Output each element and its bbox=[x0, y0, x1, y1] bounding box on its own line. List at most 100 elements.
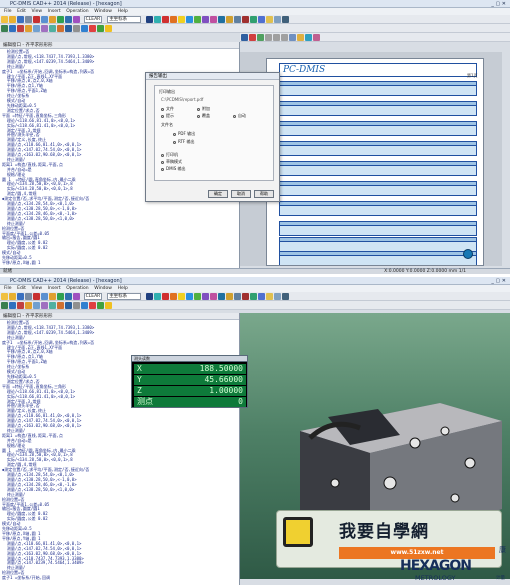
roundness-icon[interactable] bbox=[249, 16, 257, 23]
slot-icon[interactable] bbox=[217, 16, 225, 23]
solid-view-icon[interactable] bbox=[153, 293, 161, 300]
circle-icon[interactable] bbox=[185, 293, 193, 300]
stop-icon[interactable] bbox=[89, 25, 96, 32]
save-icon[interactable] bbox=[17, 293, 24, 300]
probe-icon[interactable] bbox=[73, 16, 80, 23]
copy-icon[interactable] bbox=[41, 293, 48, 300]
bottom-edit-window[interactable]: 编辑窗口 - 齐平求形形形 检测位置=否 测量/点,常规,<118.7437,7… bbox=[0, 313, 240, 585]
position-icon[interactable] bbox=[233, 293, 241, 300]
paste-icon[interactable] bbox=[49, 16, 56, 23]
top-view-icon[interactable] bbox=[41, 302, 48, 309]
report-template-icon[interactable] bbox=[289, 34, 296, 41]
dimension-icon[interactable] bbox=[225, 16, 233, 23]
open-file-icon[interactable] bbox=[9, 16, 16, 23]
zoom-icon[interactable] bbox=[17, 302, 24, 309]
shade-icon[interactable] bbox=[81, 302, 88, 309]
probe-readout-window[interactable]: 测头读数 X 188.50000 Y 45.66000 Z 1.00000 测点 0 bbox=[131, 355, 248, 408]
front-view-icon[interactable] bbox=[49, 302, 56, 309]
circle-icon[interactable] bbox=[185, 16, 193, 23]
option-auto[interactable]: 自动 bbox=[233, 113, 246, 118]
plane-icon[interactable] bbox=[177, 293, 185, 300]
option-pdf[interactable]: PDF 输出 bbox=[173, 131, 195, 136]
front-view-icon[interactable] bbox=[49, 25, 56, 32]
undo-icon[interactable] bbox=[57, 16, 64, 23]
plane-icon[interactable] bbox=[177, 16, 185, 23]
new-file-icon[interactable] bbox=[1, 16, 8, 23]
option-rtf[interactable]: RTF 输出 bbox=[173, 139, 195, 144]
probe-icon[interactable] bbox=[73, 293, 80, 300]
report-label-icon[interactable] bbox=[313, 34, 320, 41]
menu-edit[interactable]: Edit bbox=[17, 8, 26, 15]
cut-icon[interactable] bbox=[33, 293, 40, 300]
report-pdf-icon[interactable] bbox=[249, 34, 256, 41]
wire-icon[interactable] bbox=[73, 302, 80, 309]
help-button[interactable]: 帮助 bbox=[254, 190, 274, 198]
option-draft[interactable]: 草稿模式 bbox=[161, 159, 182, 164]
ok-button[interactable]: 确定 bbox=[208, 190, 228, 198]
save-icon[interactable] bbox=[17, 16, 24, 23]
sphere-icon[interactable] bbox=[209, 293, 217, 300]
new-file-icon[interactable] bbox=[1, 293, 8, 300]
report-icon[interactable] bbox=[273, 16, 281, 23]
flatness-icon[interactable] bbox=[241, 293, 249, 300]
cylinder-icon[interactable] bbox=[193, 16, 201, 23]
cone-icon[interactable] bbox=[201, 16, 209, 23]
window-controls[interactable]: _ ▢ ✕ bbox=[491, 278, 506, 284]
option-file[interactable]: 文件 bbox=[161, 106, 174, 111]
menu-operation[interactable]: Operation bbox=[66, 285, 88, 292]
dimension-icon[interactable] bbox=[225, 293, 233, 300]
mode-combo[interactable]: CLEAR bbox=[83, 293, 102, 300]
print-icon[interactable] bbox=[25, 16, 32, 23]
menu-file[interactable]: File bbox=[4, 285, 12, 292]
menu-help[interactable]: Help bbox=[118, 8, 128, 15]
point-icon[interactable] bbox=[161, 16, 169, 23]
graphics-view-icon[interactable] bbox=[145, 16, 153, 23]
line-icon[interactable] bbox=[169, 293, 177, 300]
menu-view[interactable]: View bbox=[31, 8, 42, 15]
print-icon[interactable] bbox=[25, 293, 32, 300]
flatness-icon[interactable] bbox=[241, 16, 249, 23]
menu-insert[interactable]: Insert bbox=[48, 285, 61, 292]
fit-icon[interactable] bbox=[33, 302, 40, 309]
alignment-combo[interactable]: 主坐标系 bbox=[107, 293, 142, 300]
report-text-icon[interactable] bbox=[297, 34, 304, 41]
distance-icon[interactable] bbox=[257, 16, 265, 23]
move-icon[interactable] bbox=[1, 25, 8, 32]
dialog-path[interactable]: C:\PCDMIS\report.pdf bbox=[161, 97, 203, 102]
menu-view[interactable]: View bbox=[31, 285, 42, 292]
report-first-icon[interactable] bbox=[265, 34, 272, 41]
open-file-icon[interactable] bbox=[9, 293, 16, 300]
fit-icon[interactable] bbox=[33, 25, 40, 32]
graphics-view-icon[interactable] bbox=[145, 293, 153, 300]
copy-icon[interactable] bbox=[41, 16, 48, 23]
move-icon[interactable] bbox=[1, 302, 8, 309]
slot-icon[interactable] bbox=[217, 293, 225, 300]
pan-icon[interactable] bbox=[25, 302, 32, 309]
option-overwrite[interactable]: 覆盖 bbox=[197, 113, 210, 118]
point-icon[interactable] bbox=[161, 293, 169, 300]
cut-icon[interactable] bbox=[33, 16, 40, 23]
solid-view-icon[interactable] bbox=[153, 16, 161, 23]
execute-icon[interactable] bbox=[281, 16, 289, 23]
execute-icon[interactable] bbox=[281, 293, 289, 300]
sphere-icon[interactable] bbox=[209, 16, 217, 23]
report-icon[interactable] bbox=[273, 293, 281, 300]
menu-file[interactable]: File bbox=[4, 8, 12, 15]
run-icon[interactable] bbox=[97, 302, 104, 309]
pause-icon[interactable] bbox=[105, 302, 112, 309]
rotate-icon[interactable] bbox=[9, 25, 16, 32]
menu-edit[interactable]: Edit bbox=[17, 285, 26, 292]
mode-combo[interactable]: CLEAR bbox=[83, 16, 102, 23]
zoom-icon[interactable] bbox=[17, 25, 24, 32]
menu-operation[interactable]: Operation bbox=[66, 8, 88, 15]
menu-help[interactable]: Help bbox=[118, 285, 128, 292]
pan-icon[interactable] bbox=[25, 25, 32, 32]
undo-icon[interactable] bbox=[57, 293, 64, 300]
angle-icon[interactable] bbox=[265, 293, 273, 300]
iso-view-icon[interactable] bbox=[65, 302, 72, 309]
iso-view-icon[interactable] bbox=[65, 25, 72, 32]
paste-icon[interactable] bbox=[49, 293, 56, 300]
rotate-icon[interactable] bbox=[9, 302, 16, 309]
shade-icon[interactable] bbox=[81, 25, 88, 32]
menu-window[interactable]: Window bbox=[94, 8, 112, 15]
